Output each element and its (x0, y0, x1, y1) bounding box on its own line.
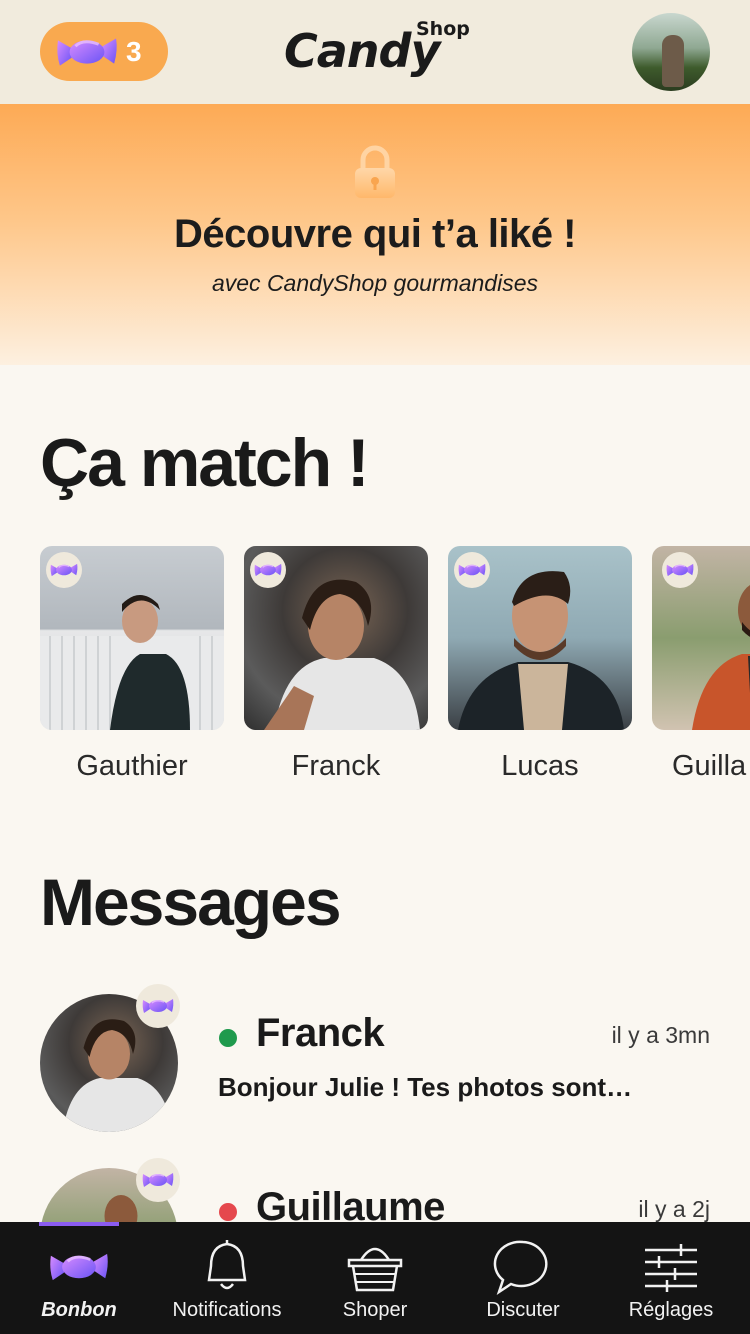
candy-badge (250, 552, 286, 588)
logo-sub-text: Shop (416, 18, 470, 40)
basket-icon (347, 1247, 403, 1292)
message-preview: Bonjour Julie ! Tes photos sont… (218, 1072, 633, 1102)
candy-badge (46, 552, 82, 588)
profile-avatar[interactable] (632, 13, 710, 91)
bell-icon (207, 1240, 247, 1290)
nav-item-notifications[interactable]: Notifications (157, 1222, 297, 1334)
candy-balance-button[interactable]: 3 (40, 22, 168, 81)
match-name: Gauthier (76, 750, 188, 782)
match-name: Franck (291, 750, 381, 782)
lock-icon (355, 145, 395, 198)
candy-badge (136, 984, 180, 1028)
away-status-dot (219, 1203, 237, 1221)
nav-label: Réglages (628, 1299, 714, 1321)
message-sender-name: Franck (256, 1011, 385, 1055)
nav-item-reglages[interactable]: Réglages (616, 1222, 726, 1334)
online-status-dot (219, 1029, 237, 1047)
match-card[interactable]: Franck (244, 546, 428, 783)
nav-item-bonbon[interactable]: Bonbon (24, 1222, 134, 1334)
chat-bubble-icon (493, 1240, 548, 1296)
message-time: il y a 3mn (611, 1022, 710, 1048)
app-logo: Candy Shop (284, 16, 474, 86)
candy-icon (50, 561, 78, 579)
sliders-icon (645, 1244, 697, 1292)
nav-item-shoper[interactable]: Shoper (320, 1222, 430, 1334)
banner-subtitle: avec CandyShop gourmandises (211, 270, 539, 296)
candy-badge (662, 552, 698, 588)
matches-carousel[interactable]: Gauthier Franck Lucas Guilla (40, 546, 750, 796)
candy-count: 3 (126, 35, 142, 67)
candy-icon (254, 561, 282, 579)
match-card[interactable]: Gauthier (40, 546, 224, 783)
candy-icon (49, 1238, 109, 1296)
nav-label: Bonbon (41, 1299, 117, 1321)
app-header: 3 Candy Shop (0, 0, 750, 104)
candy-icon (142, 1170, 174, 1190)
candy-badge (454, 552, 490, 588)
banner-title: Découvre qui t’a liké ! (174, 212, 576, 256)
candy-icon (142, 996, 174, 1016)
match-card[interactable]: Lucas (448, 546, 632, 783)
candy-icon (666, 561, 694, 579)
nav-item-discuter[interactable]: Discuter (468, 1222, 578, 1334)
nav-label: Discuter (486, 1299, 560, 1321)
messages-title: Messages (40, 865, 342, 939)
nav-label: Notifications (172, 1299, 282, 1321)
message-row[interactable]: Franck il y a 3mn Bonjour Julie ! Tes ph… (40, 984, 710, 1154)
match-name: Guilla (672, 750, 747, 782)
nav-label: Shoper (342, 1299, 408, 1321)
bottom-navigation: Bonbon Notifications Shoper Discuter Rég… (0, 1222, 750, 1334)
likes-banner[interactable]: Découvre qui t’a liké ! avec CandyShop g… (0, 104, 750, 365)
candy-icon (458, 561, 486, 579)
match-card[interactable]: Guilla (652, 546, 750, 783)
message-time: il y a 2j (638, 1196, 710, 1222)
candy-badge (136, 1158, 180, 1202)
matches-title: Ça match ! (40, 425, 370, 501)
candy-icon (56, 31, 118, 73)
match-name: Lucas (501, 750, 579, 782)
